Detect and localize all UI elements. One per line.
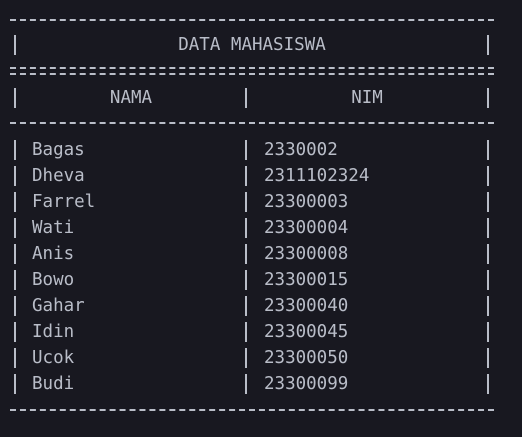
cell-nama: Gahar bbox=[32, 296, 85, 316]
cell-nama: Ucok bbox=[32, 348, 75, 368]
row-column-divider bbox=[245, 192, 247, 212]
row-column-divider bbox=[245, 140, 247, 160]
cell-nim: 23300008 bbox=[264, 244, 349, 264]
cell-nama: Dheva bbox=[32, 166, 85, 186]
cell-nim: 23300045 bbox=[264, 322, 349, 342]
cell-nama: Bowo bbox=[32, 270, 75, 290]
table-bottom-border bbox=[10, 409, 494, 411]
row-right-border bbox=[487, 166, 489, 186]
cell-nim: 2330002 bbox=[264, 140, 338, 160]
cell-nim: 23300003 bbox=[264, 192, 349, 212]
row-right-border bbox=[487, 218, 489, 238]
table-title: DATA MAHASISWA bbox=[178, 35, 326, 55]
header-separator bbox=[10, 122, 494, 124]
row-left-border bbox=[14, 348, 16, 368]
row-left-border bbox=[14, 192, 16, 212]
row-left-border bbox=[14, 166, 16, 186]
row-column-divider bbox=[245, 322, 247, 342]
row-right-border bbox=[487, 244, 489, 264]
row-left-border bbox=[14, 244, 16, 264]
cell-nama: Idin bbox=[32, 322, 75, 342]
header-right-border bbox=[487, 88, 489, 108]
row-column-divider bbox=[245, 218, 247, 238]
cell-nim: 2311102324 bbox=[264, 166, 370, 186]
cell-nim: 23300015 bbox=[264, 270, 349, 290]
row-column-divider bbox=[245, 374, 247, 394]
row-column-divider bbox=[245, 244, 247, 264]
cell-nama: Farrel bbox=[32, 192, 96, 212]
row-left-border bbox=[14, 374, 16, 394]
cell-nim: 23300004 bbox=[264, 218, 349, 238]
row-left-border bbox=[14, 296, 16, 316]
row-right-border bbox=[487, 374, 489, 394]
title-right-border bbox=[487, 35, 489, 55]
cell-nama: Budi bbox=[32, 374, 75, 394]
row-left-border bbox=[14, 218, 16, 238]
terminal-output: DATA MAHASISWA NAMA NIM Bagas 2330002 Dhev… bbox=[0, 0, 522, 437]
cell-nim: 23300050 bbox=[264, 348, 349, 368]
row-column-divider bbox=[245, 166, 247, 186]
row-right-border bbox=[487, 270, 489, 290]
row-right-border bbox=[487, 322, 489, 342]
row-right-border bbox=[487, 140, 489, 160]
cell-nama: Bagas bbox=[32, 140, 85, 160]
cell-nim: 23300099 bbox=[264, 374, 349, 394]
header-nim: NIM bbox=[351, 88, 383, 108]
cell-nim: 23300040 bbox=[264, 296, 349, 316]
header-nama: NAMA bbox=[109, 88, 153, 108]
row-left-border bbox=[14, 270, 16, 290]
row-right-border bbox=[487, 192, 489, 212]
row-column-divider bbox=[245, 348, 247, 368]
cell-nama: Anis bbox=[32, 244, 75, 264]
table-top-border bbox=[10, 19, 494, 21]
row-left-border bbox=[14, 140, 16, 160]
cell-nama: Wati bbox=[32, 218, 75, 238]
row-column-divider bbox=[245, 296, 247, 316]
row-column-divider bbox=[245, 270, 247, 290]
title-separator bbox=[10, 67, 494, 75]
row-left-border bbox=[14, 322, 16, 342]
row-right-border bbox=[487, 296, 489, 316]
row-right-border bbox=[487, 348, 489, 368]
